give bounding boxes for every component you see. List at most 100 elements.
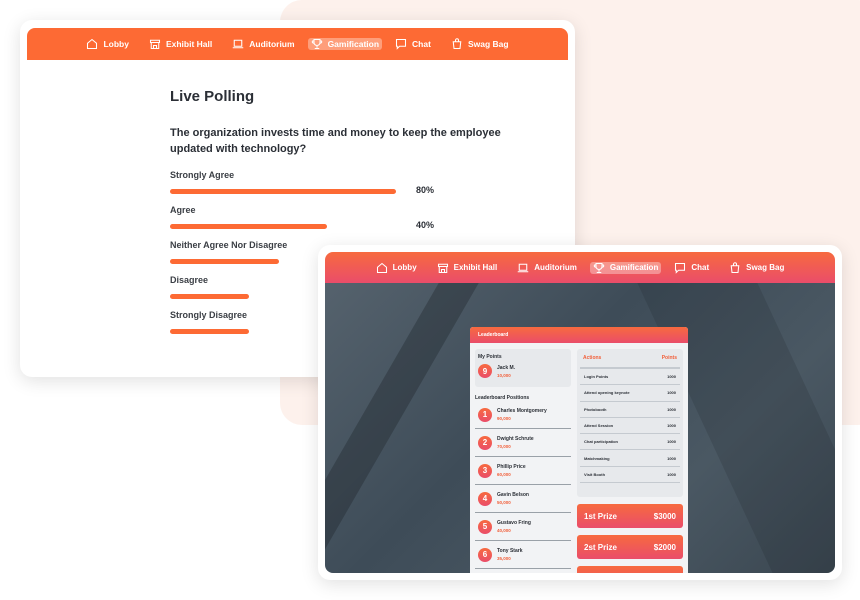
prize-button[interactable]: 1st Prize $3000	[577, 504, 683, 529]
nav-item-swag-bag[interactable]: Swag Bag	[444, 34, 516, 54]
nav-item-lobby[interactable]: Lobby	[79, 34, 136, 54]
actions-table: Actions Points Login Points 1000 Attend ope…	[577, 349, 683, 498]
player-points: 50,000	[497, 500, 511, 505]
nav-item-exhibit-hall[interactable]: Exhibit Hall	[142, 34, 219, 54]
nav-item-swag-bag[interactable]: Swag Bag	[722, 258, 791, 278]
leaderboard-title: Leaderboard	[470, 327, 688, 343]
nav-label: Chat	[412, 39, 431, 49]
leaderboard-panel: Leaderboard My Points 9 Jack M. 10,000 L…	[470, 327, 688, 573]
leaderboard-row: 6 Tony Stark 35,000	[475, 541, 571, 569]
option-bar	[170, 189, 397, 194]
rank-badge: 2	[478, 435, 492, 450]
prize-label: 2st Prize	[584, 542, 617, 552]
laptop-icon	[232, 38, 244, 50]
prize-amount: $3000	[653, 511, 676, 521]
player-name: Dwight Schrute	[497, 436, 534, 442]
leaderboard-row: 5 Gustavo Fring 40,000	[475, 513, 571, 541]
action-points: 1000	[667, 406, 676, 412]
leaderboard-row: 1 Charles Montgomery 90,000	[475, 401, 571, 429]
action-name: Attend Session	[584, 423, 614, 429]
rank-badge: 5	[478, 519, 492, 534]
venue-background-image: Leaderboard My Points 9 Jack M. 10,000 L…	[325, 283, 835, 573]
player-points: 35,000	[497, 556, 511, 561]
chat-icon	[674, 262, 686, 274]
action-row: Visit Booth 1000	[580, 467, 680, 484]
trophy-icon	[311, 38, 323, 50]
nav-bar: Lobby Exhibit Hall Auditorium Gamification C…	[325, 252, 835, 283]
action-row: Photobooth 1000	[580, 402, 680, 418]
prize-amount: $2000	[653, 542, 676, 552]
player-points: 90,000	[497, 416, 511, 421]
my-points-card: My Points 9 Jack M. 10,000	[475, 349, 571, 387]
store-icon	[149, 38, 161, 50]
action-row: Matchmaking 1000	[580, 450, 680, 467]
rank-badge: 3	[478, 463, 492, 478]
rank-badge: 6	[478, 547, 492, 562]
points-header: Points	[661, 355, 677, 361]
gamification-window: Leaderboard My Points 9 Jack M. 10,000 L…	[318, 245, 842, 580]
poll-option[interactable]: Agree 40%	[170, 205, 550, 240]
player-name: Tony Stark	[497, 548, 523, 554]
player-points: 70,000	[497, 444, 511, 449]
nav-label: Chat	[691, 263, 710, 272]
nav-item-chat[interactable]: Chat	[667, 258, 716, 278]
nav-label: Gamification	[327, 39, 380, 49]
action-row: Login Points 1000	[580, 369, 680, 386]
player-points: 40,000	[497, 528, 511, 533]
poll-title: Live Polling	[170, 88, 255, 105]
home-icon	[86, 38, 98, 50]
nav-label: Auditorium	[249, 39, 295, 49]
nav-item-chat[interactable]: Chat	[388, 34, 438, 54]
action-name: Chat participation	[584, 439, 619, 445]
user-points: 10,000	[497, 372, 511, 378]
option-bar	[170, 259, 279, 264]
nav-bar: Lobby Exhibit Hall Auditorium Gamification C…	[27, 28, 568, 60]
leaderboard-row: 3 Phillip Price 60,000	[475, 457, 571, 485]
action-points: 1000	[667, 471, 676, 477]
option-percent: 40%	[416, 220, 435, 230]
option-percent: 80%	[416, 185, 435, 195]
chat-icon	[395, 38, 407, 50]
nav-item-lobby[interactable]: Lobby	[369, 258, 424, 278]
rank-badge: 9	[478, 364, 492, 378]
nav-item-auditorium[interactable]: Auditorium	[510, 258, 584, 278]
player-name: Gustavo Fring	[497, 520, 531, 526]
action-row: Chat participation 1000	[580, 434, 680, 451]
laptop-icon	[517, 262, 529, 274]
nav-label: Exhibit Hall	[165, 39, 213, 49]
player-name: Charles Montgomery	[497, 408, 547, 414]
poll-question: The organization invests time and money …	[170, 127, 501, 155]
prize-button[interactable]: 2st Prize $2000	[577, 535, 683, 560]
action-name: Login Points	[584, 374, 609, 380]
trophy-icon	[593, 262, 605, 274]
action-name: Photobooth	[584, 406, 607, 412]
rank-badge: 1	[478, 407, 492, 422]
action-points: 1000	[667, 455, 676, 461]
player-points: 60,000	[497, 472, 511, 477]
poll-option[interactable]: Strongly Agree 80%	[170, 170, 550, 205]
action-name: Matchmaking	[584, 455, 610, 461]
nav-item-gamification[interactable]: Gamification	[307, 38, 383, 50]
action-row: Attend opening keynote 1000	[580, 385, 680, 402]
leaderboard-row: 2 Dwight Schrute 70,000	[475, 429, 571, 457]
action-row: Attend Session 1000	[580, 418, 680, 435]
action-name: Visit Booth	[584, 471, 606, 477]
prize-button[interactable]: 3st Prize$1000	[577, 566, 683, 573]
option-label: Strongly Agree	[170, 170, 235, 180]
nav-label: Gamification	[609, 263, 659, 272]
rank-badge: 4	[478, 491, 492, 506]
nav-item-gamification[interactable]: Gamification	[589, 261, 662, 274]
nav-label: Lobby	[103, 39, 129, 49]
option-bar	[170, 294, 250, 299]
action-name: Attend opening keynote	[584, 390, 630, 396]
store-icon	[437, 262, 449, 274]
player-name: Gavin Belson	[497, 492, 529, 498]
nav-item-exhibit-hall[interactable]: Exhibit Hall	[430, 258, 505, 278]
option-bar	[170, 329, 250, 334]
bag-icon	[451, 38, 463, 50]
nav-item-auditorium[interactable]: Auditorium	[225, 34, 301, 54]
leaderboard-row: 4 Gavin Belson 50,000	[475, 485, 571, 513]
user-name: Jack M.	[497, 364, 516, 371]
option-label: Agree	[170, 205, 196, 215]
nav-label: Swag Bag	[746, 263, 785, 272]
